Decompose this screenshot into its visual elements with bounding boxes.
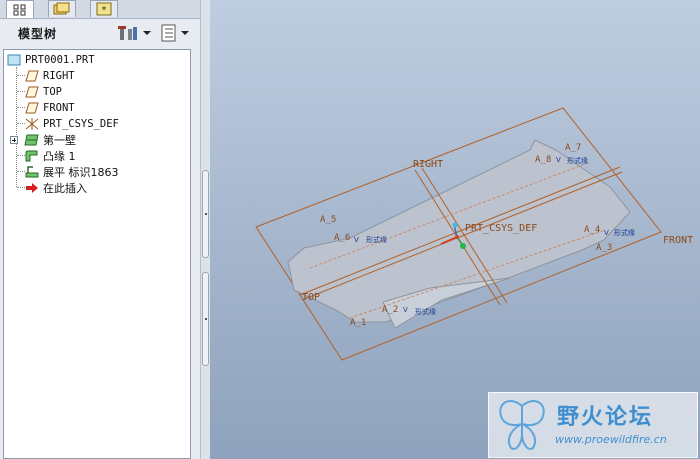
right-plane-label[interactable]: RIGHT — [413, 159, 443, 170]
settings-dropdown-button[interactable] — [118, 24, 151, 42]
tree-item-part[interactable]: PRT0001.PRT — [6, 52, 95, 68]
axis-label[interactable]: A_8 — [535, 155, 551, 165]
tree-item-insert-here[interactable]: 在此插入 — [24, 180, 87, 196]
watermark-title: 野火论坛 — [557, 405, 654, 430]
unbend-icon — [24, 165, 40, 179]
front-plane-label[interactable]: FRONT — [663, 235, 693, 246]
axis-label[interactable]: A_7 — [565, 143, 581, 153]
axis-tag: 形式缘 — [614, 228, 635, 237]
coordinate-system-icon — [24, 117, 40, 131]
tab-favorites[interactable]: * — [90, 0, 118, 17]
tree-expand-toggle[interactable] — [10, 136, 18, 144]
chevron-down-icon — [143, 31, 151, 35]
csys-label[interactable]: PRT_CSYS_DEF — [465, 223, 537, 234]
tab-folder-browser[interactable] — [48, 0, 76, 17]
axis-label[interactable]: A_6 — [334, 233, 350, 243]
datum-plane-icon — [24, 69, 40, 83]
axis-label[interactable]: A_4 — [584, 225, 600, 235]
tree-item-label: PRT0001.PRT — [25, 54, 95, 66]
datum-plane-icon — [24, 85, 40, 99]
axis-tag: V — [556, 156, 561, 164]
axis-tag: 形式缘 — [567, 156, 588, 165]
favorites-tab-icon: * — [96, 2, 112, 16]
tree-item-label: 展平 标识1863 — [43, 166, 119, 179]
model-tree-header: 模型树 — [0, 19, 200, 47]
flange-icon — [24, 149, 40, 163]
tree-item-flange[interactable]: 凸缘 1 — [24, 148, 76, 164]
tree-connector — [16, 67, 17, 187]
axis-tag: V — [604, 229, 609, 237]
axis-tag: 形式缘 — [366, 235, 387, 244]
butterfly-logo-icon — [499, 400, 545, 450]
forum-watermark: 野火论坛 www.proewildfire.cn — [488, 392, 698, 458]
tree-item-label: PRT_CSYS_DEF — [43, 118, 119, 130]
tree-item-label: RIGHT — [43, 70, 75, 82]
sash-grip-upper[interactable] — [202, 170, 209, 258]
model-tree-tab-icon — [13, 4, 26, 15]
model-navigator: * 模型树 PRT0001.PRT RIGHT TOP FRONT PRT_CS… — [0, 0, 200, 459]
chevron-down-icon — [181, 31, 189, 35]
folder-browser-tab-icon — [53, 2, 70, 15]
top-plane-label[interactable]: TOP — [302, 292, 320, 303]
axis-tag: V — [403, 306, 408, 314]
tree-item-unbend[interactable]: 展平 标识1863 — [24, 164, 119, 180]
tab-model-tree[interactable] — [6, 0, 34, 18]
axis-tag: 形式缘 — [415, 307, 436, 316]
tree-item-label: 凸缘 1 — [43, 150, 76, 163]
tree-item-label: FRONT — [43, 102, 75, 114]
axis-tag: V — [354, 236, 359, 244]
axis-label[interactable]: A_3 — [596, 243, 612, 253]
model-tree: PRT0001.PRT RIGHT TOP FRONT PRT_CSYS_DEF… — [3, 49, 191, 459]
insert-here-arrow-icon — [24, 181, 40, 195]
navigator-tabs: * — [0, 0, 200, 19]
sash-grip-lower[interactable] — [202, 272, 209, 366]
axis-label[interactable]: A_2 — [382, 305, 398, 315]
tree-item-label: TOP — [43, 86, 62, 98]
show-list-icon — [161, 24, 176, 42]
graphics-window[interactable]: RIGHT TOP FRONT A_5 A_6 A_1 A_2 A_8 A_7 … — [210, 0, 700, 459]
settings-tools-icon — [118, 26, 137, 40]
datum-plane-icon — [24, 101, 40, 115]
model-tree-title: 模型树 — [18, 27, 58, 41]
tree-item-label: 第一壁 — [43, 134, 76, 147]
show-dropdown-button[interactable] — [160, 24, 189, 42]
first-wall-icon — [24, 133, 40, 147]
tree-item-front[interactable]: FRONT — [24, 100, 75, 116]
tree-item-first-wall[interactable]: 第一壁 — [24, 132, 76, 148]
tree-item-right[interactable]: RIGHT — [24, 68, 75, 84]
svg-text:*: * — [102, 5, 107, 16]
axis-label[interactable]: A_1 — [350, 318, 366, 328]
model-view[interactable]: RIGHT TOP FRONT A_5 A_6 A_1 A_2 A_8 A_7 … — [210, 0, 700, 459]
part-icon — [6, 53, 22, 67]
tree-item-label: 在此插入 — [43, 182, 87, 195]
tree-item-top[interactable]: TOP — [24, 84, 62, 100]
tree-item-csys[interactable]: PRT_CSYS_DEF — [24, 116, 119, 132]
axis-label[interactable]: A_5 — [320, 215, 336, 225]
watermark-url: www.proewildfire.cn — [555, 433, 667, 446]
